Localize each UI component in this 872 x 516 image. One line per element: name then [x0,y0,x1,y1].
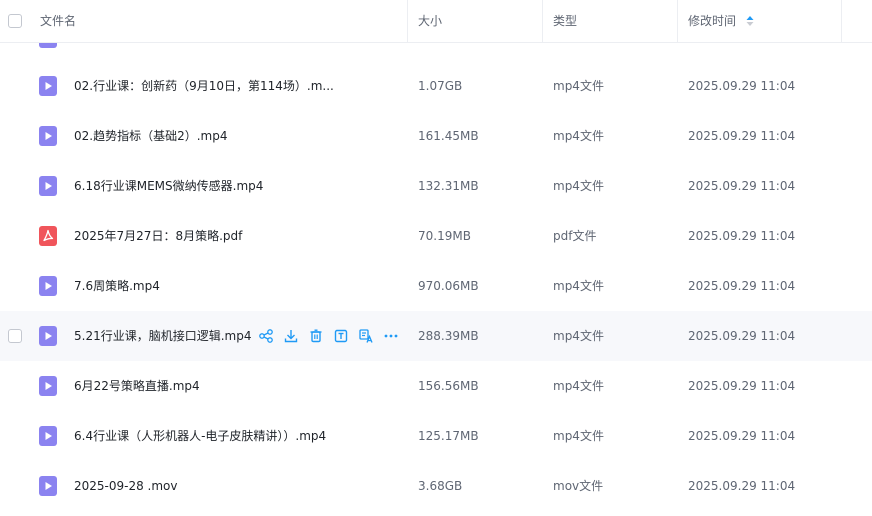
share-icon [258,329,274,347]
file-type: mp4文件 [553,429,604,443]
file-modified-time: 2025.09.29 11:04 [688,79,796,93]
partial-row [0,43,872,51]
file-name[interactable]: 6月22号策略直播.mp4 [74,361,200,411]
delete-button[interactable] [308,328,324,344]
video-icon [39,326,57,346]
file-type: mp4文件 [553,279,604,293]
file-size: 132.31MB [418,179,479,193]
text-extract-icon [333,329,349,347]
file-row[interactable]: 02.行业课：创新药（9月10日，第114场）.m... 1.07GB mp4文件 2… [0,61,872,111]
video-icon [39,376,57,396]
file-size: 161.45MB [418,129,479,143]
share-button[interactable] [258,328,274,344]
delete-icon [308,329,324,347]
file-type: mp4文件 [553,79,604,93]
file-type: mp4文件 [553,329,604,343]
file-size: 970.06MB [418,279,479,293]
more-icon [383,333,399,347]
column-divider[interactable] [677,0,678,43]
file-size: 125.17MB [418,429,479,443]
file-type: mp4文件 [553,179,604,193]
column-divider[interactable] [542,0,543,43]
translate-icon [358,329,374,347]
file-type: mp4文件 [553,379,604,393]
file-type: mp4文件 [553,129,604,143]
file-size: 156.56MB [418,379,479,393]
file-name[interactable]: 6.18行业课MEMS微纳传感器.mp4 [74,161,263,211]
file-row[interactable]: 7.6周策略.mp4 970.06MB mp4文件 2025.09.29 11:04 [0,261,872,311]
download-icon [283,330,299,347]
column-divider[interactable] [841,0,842,43]
file-modified-time: 2025.09.29 11:04 [688,229,796,243]
file-size: 288.39MB [418,329,479,343]
video-icon [39,176,57,196]
file-modified-time: 2025.09.29 11:04 [688,429,796,443]
video-icon [39,426,57,446]
file-row[interactable]: 2025年7月27日：8月策略.pdf 70.19MB pdf文件 2025.09.2… [0,211,872,261]
file-size: 1.07GB [418,79,463,93]
file-type: mov文件 [553,479,604,493]
file-name[interactable]: 02.行业课：创新药（9月10日，第114场）.m... [74,61,334,111]
file-name[interactable]: 5.21行业课，脑机接口逻辑.mp4 [74,311,251,361]
column-header-modified-time[interactable]: 修改时间 [688,0,736,43]
file-type: pdf文件 [553,229,597,243]
video-icon [39,43,57,48]
file-list-header: 文件名 大小 类型 修改时间 [0,0,872,43]
more-options-button[interactable] [383,328,399,344]
sort-ascending-icon[interactable] [746,15,754,27]
file-modified-time: 2025.09.29 11:04 [688,279,796,293]
column-header-name[interactable]: 文件名 [40,0,76,43]
select-all-checkbox[interactable] [8,14,22,28]
video-icon [39,76,57,96]
file-row[interactable]: 6月22号策略直播.mp4 156.56MB mp4文件 2025.09.29 11:… [0,361,872,411]
file-size: 70.19MB [418,229,471,243]
file-name[interactable]: 02.趋势指标（基础2）.mp4 [74,111,227,161]
column-header-type[interactable]: 类型 [553,0,577,43]
file-row[interactable]: 02.趋势指标（基础2）.mp4 161.45MB mp4文件 2025.09.29 … [0,111,872,161]
file-row[interactable]: 5.21行业课，脑机接口逻辑.mp4 288.39MB mp4文件 2025.09.2… [0,311,872,361]
file-name[interactable]: 2025年7月27日：8月策略.pdf [74,211,242,261]
extract-text-button[interactable] [333,328,349,344]
file-row[interactable]: 2025-09-28 .mov 3.68GB mov文件 2025.09.29 11:… [0,461,872,511]
file-name[interactable]: 2025-09-28 .mov [74,461,178,511]
column-divider[interactable] [407,0,408,43]
row-checkbox[interactable] [8,329,22,343]
file-size: 3.68GB [418,479,463,493]
video-icon [39,276,57,296]
file-row[interactable]: 6.4行业课（人形机器人-电子皮肤精讲））.mp4 125.17MB mp4文件 20… [0,411,872,461]
download-button[interactable] [283,328,299,344]
file-modified-time: 2025.09.29 11:04 [688,479,796,493]
file-modified-time: 2025.09.29 11:04 [688,329,796,343]
file-row[interactable]: 6.18行业课MEMS微纳传感器.mp4 132.31MB mp4文件 2025.09… [0,161,872,211]
file-modified-time: 2025.09.29 11:04 [688,379,796,393]
file-modified-time: 2025.09.29 11:04 [688,179,796,193]
translate-button[interactable] [358,328,374,344]
file-name[interactable]: 6.4行业课（人形机器人-电子皮肤精讲））.mp4 [74,411,326,461]
pdf-icon [39,226,57,246]
file-modified-time: 2025.09.29 11:04 [688,129,796,143]
column-header-size[interactable]: 大小 [418,0,442,43]
file-name[interactable]: 7.6周策略.mp4 [74,261,160,311]
video-icon [39,476,57,496]
video-icon [39,126,57,146]
